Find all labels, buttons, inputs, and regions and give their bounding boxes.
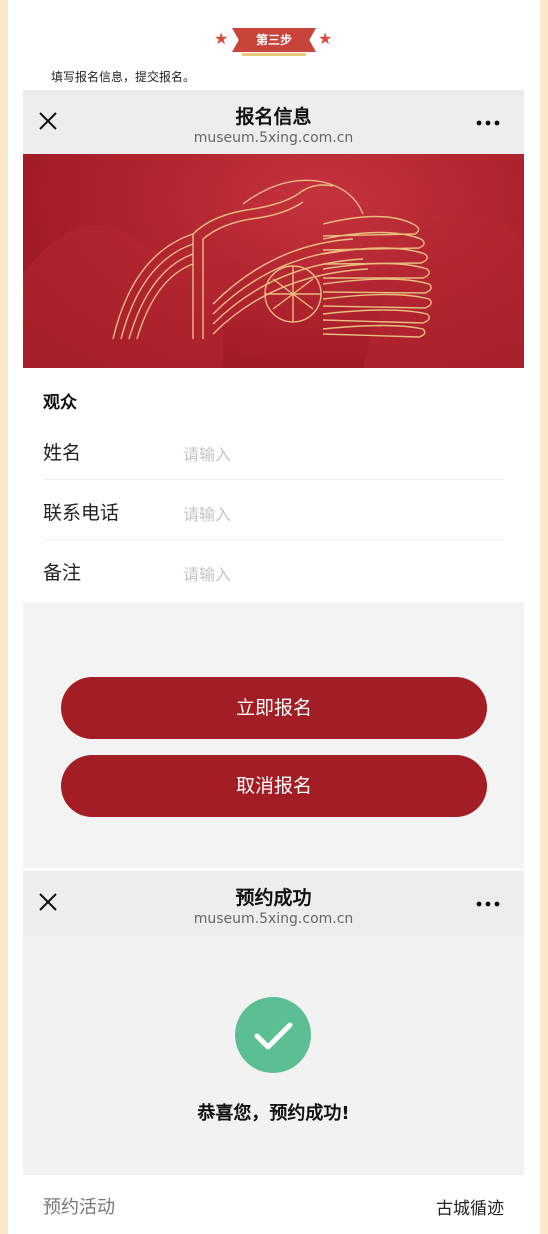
- step-label: 第三步: [255, 33, 292, 47]
- notes-input[interactable]: 请输入: [183, 561, 231, 585]
- step-banner: ★ 第三步 ★: [212, 22, 336, 58]
- cancel-registration-button[interactable]: 取消报名: [61, 755, 487, 817]
- left-border: [0, 0, 8, 1234]
- name-input[interactable]: 请输入: [183, 441, 231, 465]
- page-title: 预约成功: [235, 887, 312, 909]
- star-icon: ★: [318, 29, 333, 48]
- phone-input[interactable]: 请输入: [183, 501, 231, 525]
- registration-form: 观众 姓名 请输入 联系电话 请输入 备注 请输入: [23, 368, 524, 602]
- field-label: 姓名: [43, 442, 82, 464]
- page-title: 报名信息: [235, 106, 312, 128]
- success-panel: 恭喜您，预约成功!: [23, 935, 524, 1175]
- more-icon[interactable]: [476, 901, 500, 907]
- success-check-badge: [235, 997, 311, 1073]
- success-message: 恭喜您，预约成功!: [197, 1103, 350, 1124]
- check-icon: [254, 1022, 293, 1050]
- success-nav-bar: 预约成功 museum.5xing.com.cn: [23, 871, 524, 935]
- activity-value: 古城循迹: [436, 1199, 504, 1219]
- field-label: 备注: [43, 562, 82, 584]
- more-icon[interactable]: [476, 120, 500, 126]
- field-phone[interactable]: 联系电话 请输入: [43, 480, 504, 540]
- right-border: [540, 0, 548, 1234]
- field-label: 联系电话: [43, 502, 120, 524]
- action-area: 立即报名 取消报名: [23, 602, 524, 868]
- museum-banner-image: [23, 154, 524, 368]
- ribbon-underline: [242, 53, 306, 56]
- activity-label: 预约活动: [43, 1197, 115, 1218]
- registration-nav-bar: 报名信息 museum.5xing.com.cn: [23, 90, 524, 154]
- section-title: 观众: [43, 393, 77, 413]
- museum-artwork: [23, 179, 524, 368]
- page-url: museum.5xing.com.cn: [193, 911, 354, 927]
- reservation-activity-row: 预约活动 古城循迹: [23, 1175, 524, 1234]
- step-instruction: 填写报名信息，提交报名。: [51, 70, 196, 84]
- field-name[interactable]: 姓名 请输入: [43, 420, 504, 480]
- register-now-button[interactable]: 立即报名: [61, 677, 487, 739]
- star-icon: ★: [214, 29, 229, 48]
- field-notes[interactable]: 备注 请输入: [43, 540, 504, 600]
- page-url: museum.5xing.com.cn: [193, 130, 354, 146]
